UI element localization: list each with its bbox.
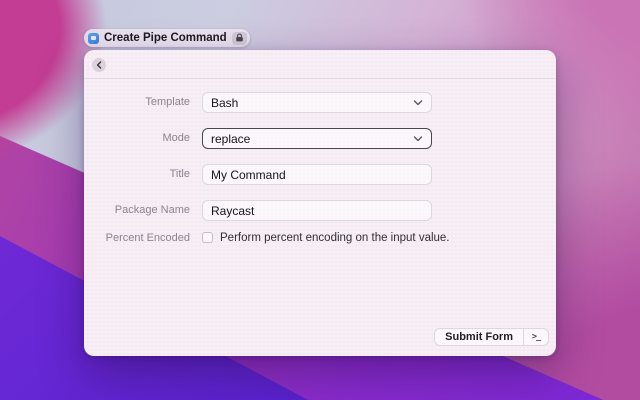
lock-button[interactable] [232,32,247,45]
form-row-template: Template Bash [84,92,556,113]
template-label: Template [84,92,190,113]
back-chevron-icon [96,61,102,69]
chevron-down-icon [413,136,423,142]
title-label: Title [84,164,190,185]
package-name-label: Package Name [84,200,190,221]
terminal-icon[interactable]: >_ [524,329,548,345]
submit-form-button[interactable]: Submit Form [435,329,524,345]
chevron-down-icon [413,100,423,106]
back-button[interactable] [92,58,106,72]
window-header [84,50,556,79]
mode-select-value: replace [211,132,250,146]
lock-icon [235,33,244,43]
window-title-label: Create Pipe Command [104,32,227,44]
template-select-value: Bash [211,96,238,110]
mode-select[interactable]: replace [202,128,432,149]
footer-actions: Submit Form >_ [434,328,549,346]
title-input[interactable] [202,164,432,185]
pipe-command-app-icon [88,33,99,44]
percent-encoded-label: Percent Encoded [84,231,190,245]
create-pipe-command-window: Template Bash Mode replace Title [84,50,556,356]
template-select[interactable]: Bash [202,92,432,113]
form-row-title: Title [84,164,556,185]
form-row-mode: Mode replace [84,128,556,149]
window-title-tag[interactable]: Create Pipe Command [84,29,250,47]
form-row-percent-encoded: Percent Encoded Perform percent encoding… [84,231,556,245]
package-name-input[interactable] [202,200,432,221]
form-row-package-name: Package Name [84,200,556,221]
percent-encoded-description: Perform percent encoding on the input va… [220,231,450,245]
desktop: Create Pipe Command Template Bash [0,0,640,400]
mode-label: Mode [84,128,190,149]
percent-encoded-checkbox[interactable] [202,232,213,243]
